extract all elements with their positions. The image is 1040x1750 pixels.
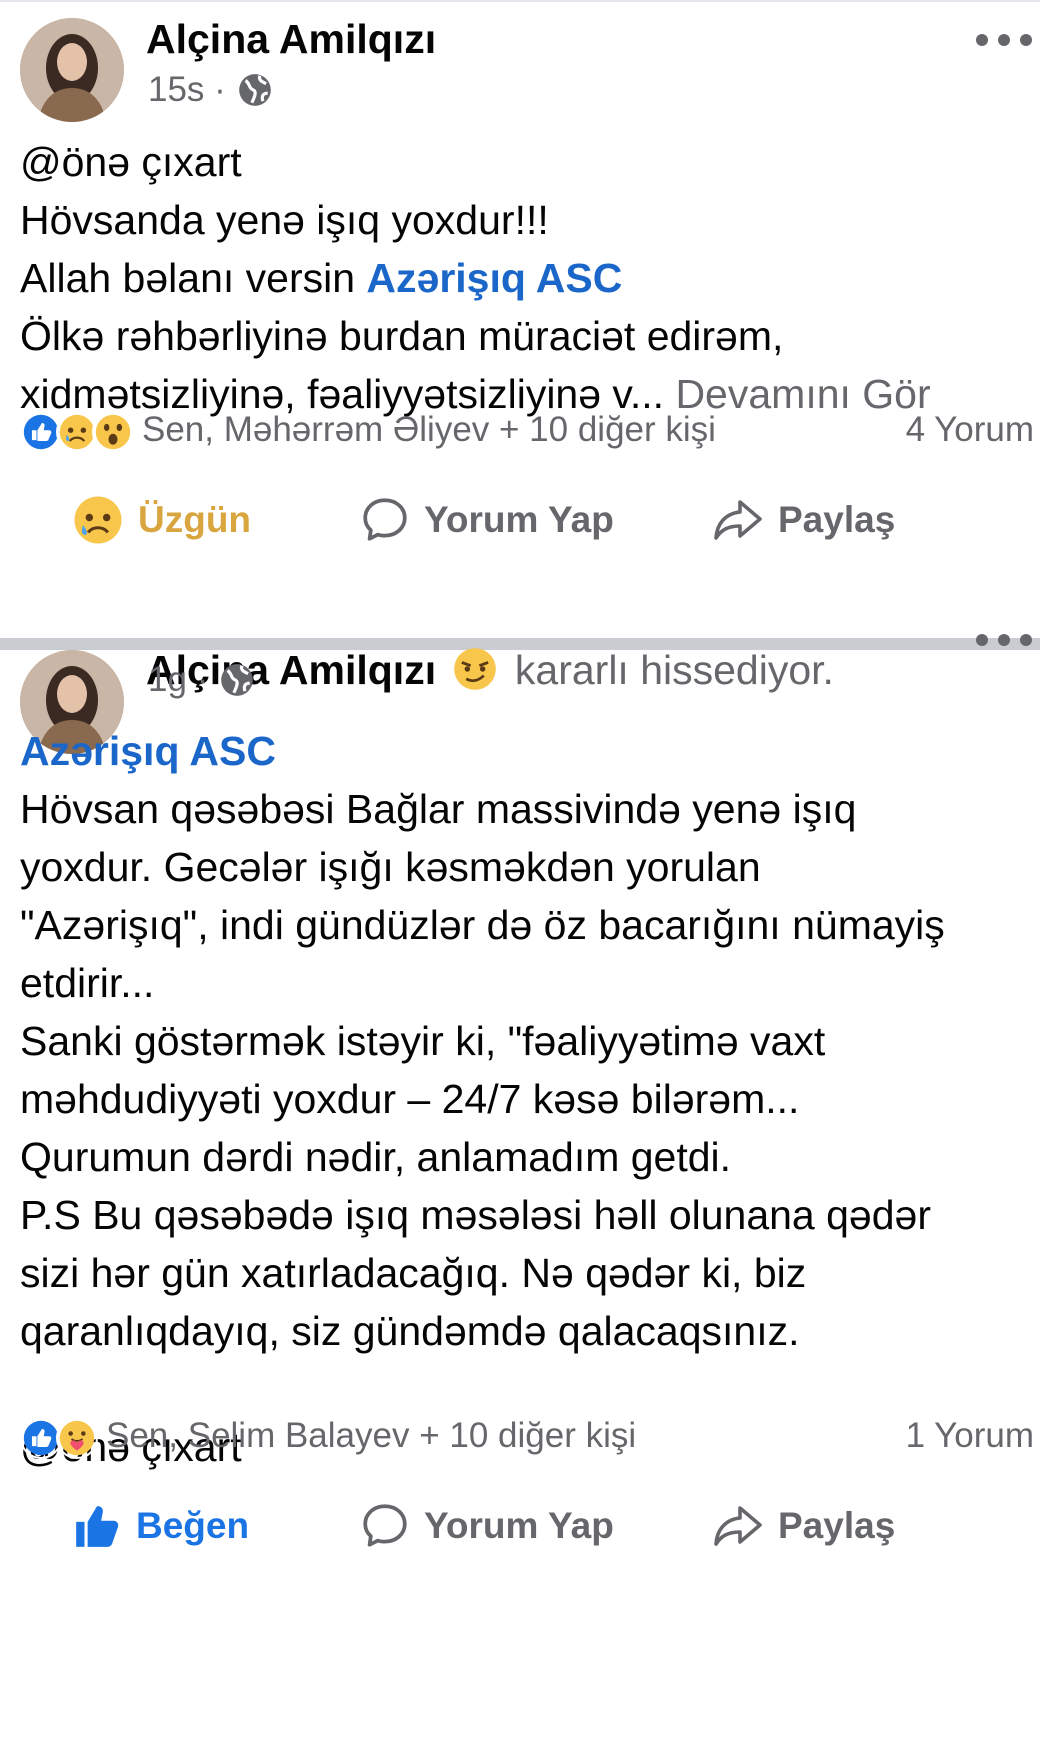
text-line: qaranlıqdayıq, siz gündəmdə qalacaqsınız…: [20, 1308, 800, 1354]
text-line: Sanki göstərmək istəyir ki, "fəaliyyətim…: [20, 1018, 826, 1064]
text-line: Allah bəlanı versin Azərişıq ASC: [20, 249, 1030, 307]
post-text: Azərişıq ASC Hövsan qəsəbəsi Bağlar mass…: [20, 722, 1030, 1476]
reactions-names[interactable]: Sen, Selim Balayev + 10 diğer kişi: [106, 1416, 636, 1456]
share-button[interactable]: Paylaş: [712, 1486, 895, 1566]
wow-reaction-icon: [92, 411, 134, 453]
comment-button[interactable]: Yorum Yap: [360, 1486, 614, 1566]
react-label: Üzgün: [138, 499, 252, 540]
comment-label: Yorum Yap: [424, 499, 614, 540]
share-label: Paylaş: [778, 1505, 896, 1546]
post-meta: 15s ·: [148, 70, 274, 110]
text-line-part: Allah bəlanı versin: [20, 255, 367, 301]
comments-count[interactable]: 1 Yorum: [906, 1416, 1034, 1456]
comment-label: Yorum Yap: [424, 1505, 614, 1546]
share-arrow-icon: [714, 1506, 762, 1546]
comment-bubble-icon: [363, 1504, 407, 1547]
action-bar: Beğen Yorum Yap Paylaş: [0, 1486, 1040, 1566]
meta-dot: ·: [196, 660, 219, 699]
globe-icon: [238, 74, 271, 106]
like-button[interactable]: Beğen: [72, 1486, 249, 1566]
meta-dot: ·: [214, 70, 236, 109]
text-line: Qurumun dərdi nədir, anlamadım getdi.: [20, 1134, 732, 1180]
action-bar: Üzgün Yorum Yap Paylaş: [0, 480, 1040, 560]
more-options-icon[interactable]: [976, 630, 1032, 650]
text-line: məhdudiyyəti yoxdur – 24/7 kəsə bilərəm.…: [20, 1076, 800, 1122]
post-time[interactable]: 15s: [148, 70, 204, 109]
post-time[interactable]: 1g: [148, 660, 187, 699]
more-options-icon[interactable]: [976, 30, 1032, 50]
text-line: @önə çıxart: [20, 139, 242, 185]
share-label: Paylaş: [778, 499, 896, 540]
react-button[interactable]: Üzgün: [72, 480, 251, 560]
text-line: Hövsan qəsəbəsi Bağlar massivində yenə i…: [20, 786, 857, 832]
text-line: "Azərişıq", indi gündüzlər də öz bacarığ…: [20, 902, 945, 948]
author-name[interactable]: Alçina Amilqızı: [146, 16, 436, 63]
text-line: Ölkə rəhbərliyinə burdan müraciət edirəm…: [20, 313, 784, 359]
text-line: Azərişıq ASC: [20, 722, 1030, 780]
text-line: etdirir...: [20, 960, 155, 1006]
mention-link[interactable]: Azərişıq ASC: [366, 255, 622, 301]
text-line: yoxdur. Gecələr işığı kəsməkdən yorulan: [20, 844, 761, 890]
like-label: Beğen: [136, 1505, 250, 1546]
text-line: sizi hər gün xatırladacağıq. Nə qədər ki…: [20, 1250, 807, 1296]
sad-reaction-icon: [74, 496, 122, 544]
mention-link[interactable]: Azərişıq ASC: [20, 728, 276, 774]
post-meta: 1g ·: [148, 660, 256, 700]
feed-post: Alçina Amilqızı 15s · @önə çıxart Hövsan…: [0, 0, 1040, 638]
share-button[interactable]: Paylaş: [712, 480, 895, 560]
post-text: @önə çıxart Hövsanda yenə işıq yoxdur!!!…: [20, 133, 1030, 423]
determined-emoji-icon: [453, 648, 496, 690]
comment-bubble-icon: [363, 498, 407, 541]
feeling-text: kararlı hissediyor.: [514, 647, 834, 693]
share-arrow-icon: [714, 500, 762, 540]
text-line: P.S Bu qəsəbədə işıq məsələsi həll oluna…: [20, 1192, 931, 1238]
care-reaction-icon: [56, 1417, 98, 1459]
text-line: Hövsanda yenə işıq yoxdur!!!: [20, 197, 549, 243]
reactions-summary[interactable]: Sen, Selim Balayev + 10 diğer kişi 1 Yor…: [20, 1413, 1034, 1463]
globe-icon: [221, 664, 253, 696]
comment-button[interactable]: Yorum Yap: [360, 480, 614, 560]
reactions-names[interactable]: Sen, Məhərrəm Əliyev + 10 diğer kişi: [142, 410, 716, 450]
comments-count[interactable]: 4 Yorum: [906, 410, 1034, 450]
avatar[interactable]: [20, 18, 124, 122]
like-thumb-icon: [76, 1506, 119, 1547]
reactions-summary[interactable]: Sen, Məhərrəm Əliyev + 10 diğer kişi 4 Y…: [20, 407, 1034, 457]
